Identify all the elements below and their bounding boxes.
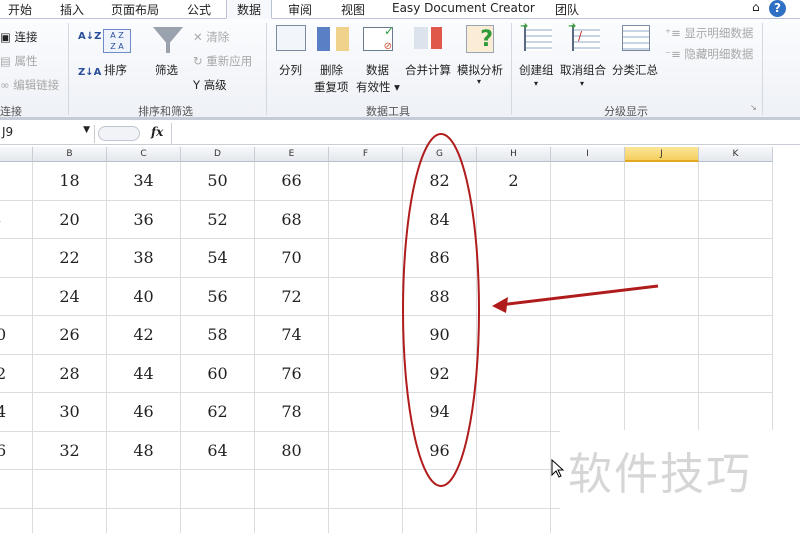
annotation-arrow — [499, 284, 659, 307]
highlight-ellipse — [402, 133, 480, 487]
arrowhead — [492, 297, 508, 313]
mouse-cursor-icon — [551, 458, 565, 478]
annotation-overlay — [402, 133, 659, 487]
